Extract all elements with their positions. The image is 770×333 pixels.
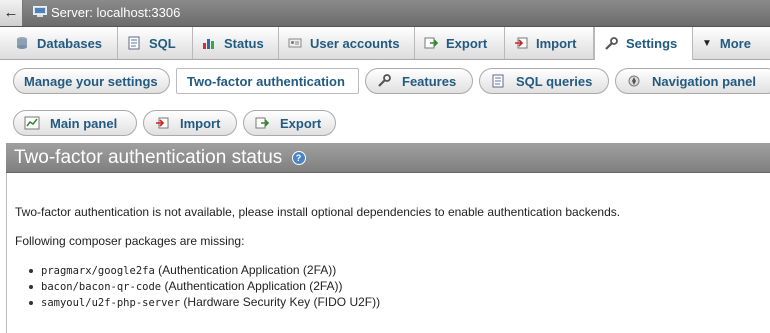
subtab-manage-settings[interactable]: Manage your settings: [13, 68, 170, 94]
section-body: Two-factor authentication is not availab…: [6, 173, 770, 333]
tab-user-accounts[interactable]: User accounts: [279, 27, 415, 59]
export-icon: [255, 117, 270, 129]
package-desc: (Hardware Security Key (FIDO U2F)): [183, 295, 381, 309]
tab-label: Settings: [626, 36, 678, 51]
package-desc: (Authentication Application (2FA)): [158, 263, 337, 277]
import-icon: [515, 37, 528, 49]
navigation-icon: [628, 75, 640, 87]
subtab-label: SQL queries: [516, 73, 593, 89]
package-name: pragmarx/google2fa: [41, 265, 155, 277]
tab-import[interactable]: Import: [505, 27, 594, 59]
tab-label: Import: [536, 35, 577, 51]
tab-label: Export: [446, 35, 488, 51]
tab-export[interactable]: Export: [415, 27, 505, 59]
sql-icon: [492, 74, 504, 88]
subtab-features[interactable]: Features: [365, 68, 473, 94]
caret-down-icon: ▼: [702, 37, 712, 49]
subtab-main-panel[interactable]: Main panel: [13, 110, 137, 136]
subtab-export[interactable]: Export: [243, 110, 336, 136]
help-icon[interactable]: ?: [291, 150, 306, 165]
package-desc: (Authentication Application (2FA)): [164, 279, 343, 293]
section-title: Two-factor authentication status: [14, 147, 283, 168]
wrench-icon: [605, 36, 618, 50]
tab-label: More: [719, 35, 751, 51]
subtab-sql-queries[interactable]: SQL queries: [479, 68, 609, 94]
sql-icon: [128, 36, 140, 50]
server-link[interactable]: Server: localhost:3306: [51, 5, 180, 20]
missing-packages-heading: Following composer packages are missing:: [15, 234, 245, 248]
tab-more[interactable]: ▼ More: [693, 27, 770, 59]
tab-databases[interactable]: Databases: [6, 27, 118, 59]
export-icon: [424, 37, 438, 49]
main-panel-icon: [24, 116, 40, 130]
server-icon: [33, 6, 47, 17]
back-arrow-icon: ←: [3, 4, 19, 21]
tab-label: SQL: [149, 35, 176, 51]
subtab-import[interactable]: Import: [143, 110, 237, 136]
list-item: samyoul/u2f-php-server (Hardware Securit…: [28, 295, 381, 309]
subtab-label: Main panel: [50, 115, 118, 131]
subtab-label: Features: [402, 73, 457, 89]
tab-settings[interactable]: Settings: [594, 27, 693, 60]
list-item: pragmarx/google2fa (Authentication Appli…: [28, 263, 337, 277]
subtab-label: Two-factor authentication: [187, 73, 345, 89]
subtab-label: Manage your settings: [24, 73, 158, 89]
tab-sql[interactable]: SQL: [118, 27, 193, 59]
server-breadcrumb-bar: ← Server: localhost:3306: [0, 0, 770, 27]
main-tab-bar: Databases SQL Status User accounts Expor…: [0, 27, 770, 60]
subtab-navigation-panel[interactable]: Navigation panel: [615, 68, 770, 94]
section-header: Two-factor authentication status ?: [6, 143, 770, 173]
wrench-icon: [378, 74, 391, 87]
subtab-label: Import: [180, 115, 221, 131]
tab-label: User accounts: [310, 35, 400, 51]
package-name: samyoul/u2f-php-server: [41, 297, 181, 309]
back-button[interactable]: ←: [0, 0, 23, 26]
tab-label: Status: [224, 35, 264, 51]
list-item: bacon/bacon-qr-code (Authentication Appl…: [29, 279, 343, 293]
status-chart-icon: [203, 39, 214, 49]
database-icon: [17, 37, 27, 49]
user-accounts-icon: [288, 38, 302, 48]
import-icon: [156, 117, 169, 129]
tab-status[interactable]: Status: [193, 27, 279, 59]
unavailable-message: Two-factor authentication is not availab…: [15, 205, 621, 219]
subtab-label: Navigation panel: [652, 73, 757, 89]
subtab-label: Export: [280, 115, 322, 131]
package-name: bacon/bacon-qr-code: [41, 281, 162, 293]
tab-label: Databases: [37, 35, 103, 51]
subtab-two-factor[interactable]: Two-factor authentication: [176, 68, 359, 94]
